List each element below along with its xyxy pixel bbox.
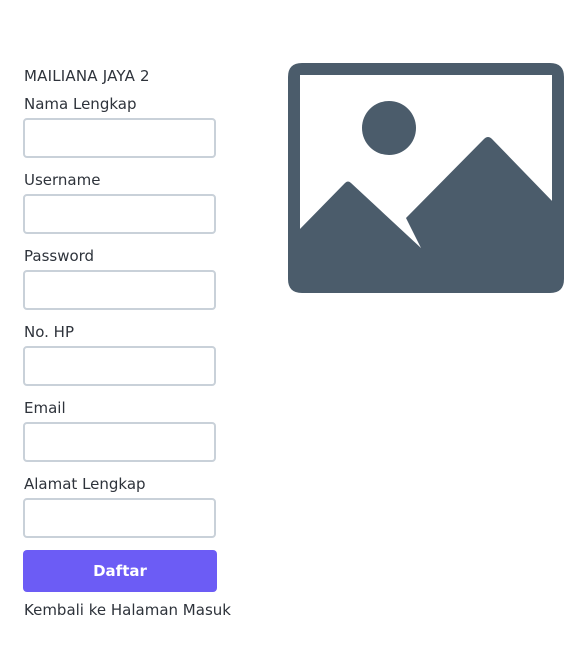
password-label: Password — [24, 247, 95, 265]
phone-label: No. HP — [24, 323, 74, 341]
email-label: Email — [24, 399, 66, 417]
back-to-login-link[interactable]: Kembali ke Halaman Masuk — [24, 600, 231, 620]
email-input[interactable] — [23, 422, 216, 462]
registration-form: MAILIANA JAYA 2 Nama Lengkap Username Pa… — [23, 66, 254, 620]
address-label: Alamat Lengkap — [24, 475, 146, 493]
password-input[interactable] — [23, 270, 216, 310]
full-name-input[interactable] — [23, 118, 216, 158]
username-label: Username — [24, 171, 101, 189]
username-input[interactable] — [23, 194, 216, 234]
phone-input[interactable] — [23, 346, 216, 386]
full-name-label: Nama Lengkap — [24, 95, 137, 113]
register-button[interactable]: Daftar — [23, 550, 217, 592]
address-input[interactable] — [23, 498, 216, 538]
brand-title: MAILIANA JAYA 2 — [24, 67, 150, 85]
image-placeholder-icon — [288, 63, 564, 293]
